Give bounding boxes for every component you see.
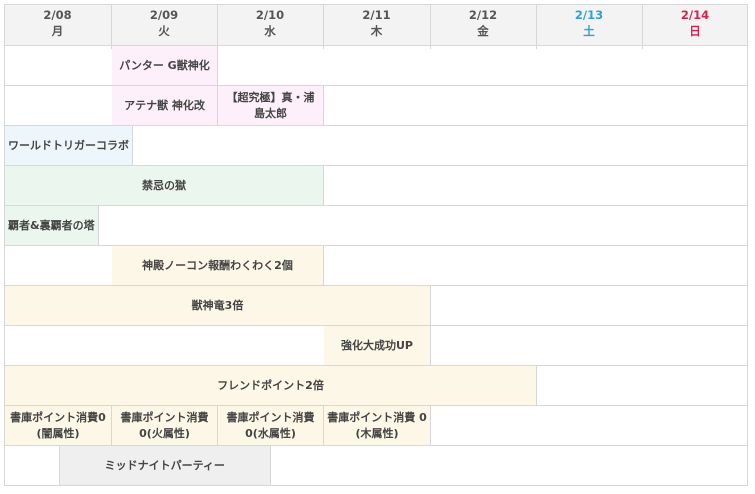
event-calendar: パンター G獣神化 アテナ獣 神化改 【超究極】真・浦 島太郎 ワールドトリガーコラボ…	[4, 4, 748, 486]
calendar-frame	[4, 4, 748, 486]
